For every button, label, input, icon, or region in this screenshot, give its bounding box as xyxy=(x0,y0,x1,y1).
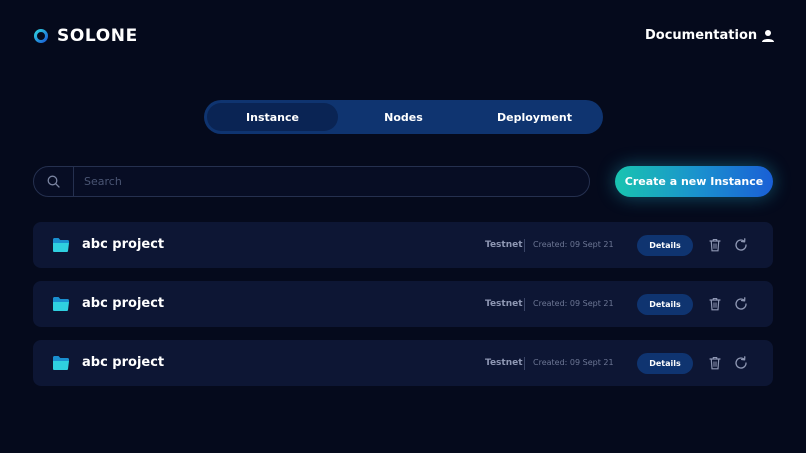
instance-name: abc project xyxy=(82,296,165,311)
tab-nodes[interactable]: Nodes xyxy=(338,103,469,131)
created-date: Created: 09 Sept 21 xyxy=(533,299,614,308)
top-bar: SOLONE Documentation xyxy=(0,0,806,72)
created-date: Created: 09 Sept 21 xyxy=(533,240,614,249)
solone-logo-icon xyxy=(34,29,48,43)
documentation-link[interactable]: Documentation xyxy=(645,28,757,43)
network-label: Testnet xyxy=(485,358,523,368)
tab-deployment[interactable]: Deployment xyxy=(469,103,600,131)
folder-icon xyxy=(53,238,69,252)
brand-logo[interactable]: SOLONE xyxy=(33,26,138,46)
network-label: Testnet xyxy=(485,299,523,309)
created-date: Created: 09 Sept 21 xyxy=(533,358,614,367)
trash-icon[interactable] xyxy=(709,356,721,370)
details-button[interactable]: Details xyxy=(637,353,693,374)
instance-name: abc project xyxy=(82,237,165,252)
instance-row[interactable]: abc project Testnet Created: 09 Sept 21 … xyxy=(33,340,773,386)
search-input[interactable] xyxy=(74,167,589,196)
search-icon-container xyxy=(34,167,74,196)
search-icon[interactable] xyxy=(47,175,60,188)
create-instance-button[interactable]: Create a new Instance xyxy=(615,166,773,197)
refresh-icon[interactable] xyxy=(734,297,748,311)
tab-instance[interactable]: Instance xyxy=(207,103,338,131)
network-label: Testnet xyxy=(485,240,523,250)
folder-icon xyxy=(53,297,69,311)
user-icon[interactable] xyxy=(761,29,775,43)
instance-row[interactable]: abc project Testnet Created: 09 Sept 21 … xyxy=(33,281,773,327)
folder-icon xyxy=(53,356,69,370)
details-button[interactable]: Details xyxy=(637,235,693,256)
refresh-icon[interactable] xyxy=(734,238,748,252)
brand-name: SOLONE xyxy=(57,26,138,46)
divider xyxy=(524,357,525,370)
search-bar xyxy=(33,166,590,197)
instance-name: abc project xyxy=(82,355,165,370)
refresh-icon[interactable] xyxy=(734,356,748,370)
divider xyxy=(524,239,525,252)
section-tabs: Instance Nodes Deployment xyxy=(204,100,603,134)
trash-icon[interactable] xyxy=(709,297,721,311)
instance-list: abc project Testnet Created: 09 Sept 21 … xyxy=(33,222,773,399)
divider xyxy=(524,298,525,311)
details-button[interactable]: Details xyxy=(637,294,693,315)
instance-row[interactable]: abc project Testnet Created: 09 Sept 21 … xyxy=(33,222,773,268)
trash-icon[interactable] xyxy=(709,238,721,252)
